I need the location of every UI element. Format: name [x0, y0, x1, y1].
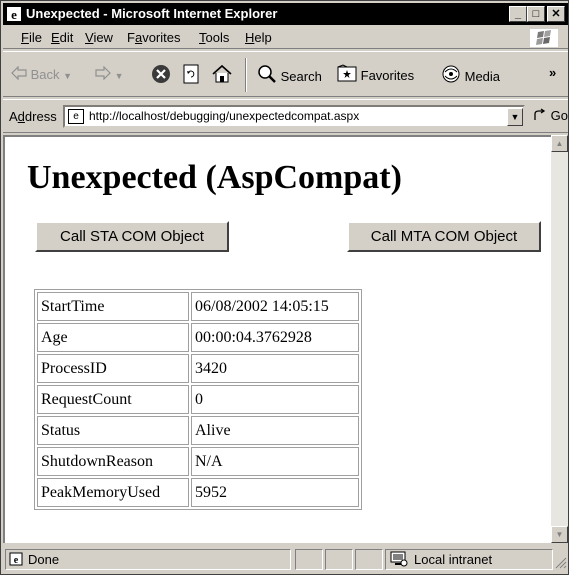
table-row: Status Alive	[37, 416, 359, 445]
minimize-button[interactable]: _	[509, 6, 527, 22]
table-cell-key: ProcessID	[37, 354, 189, 383]
back-dropdown-icon: ▼	[63, 71, 73, 81]
forward-arrow-icon	[95, 65, 111, 87]
zone-text: Local intranet	[414, 552, 493, 567]
address-url[interactable]: http://localhost/debugging/unexpectedcom…	[89, 109, 359, 124]
table-cell-key: StartTime	[37, 292, 189, 321]
back-button[interactable]: Back ▼	[11, 64, 72, 86]
status-text-cell: e Done	[5, 549, 291, 570]
forward-dropdown-icon: ▼	[114, 71, 124, 81]
menu-tools[interactable]: Tools	[199, 31, 229, 45]
intranet-zone-icon	[390, 551, 408, 570]
svg-text:e: e	[11, 7, 17, 22]
status-text: Done	[28, 552, 60, 567]
scroll-down-button[interactable]: ▼	[551, 526, 568, 543]
refresh-button[interactable]	[181, 64, 201, 86]
zone-cell: Local intranet	[385, 549, 553, 570]
address-bar: Address e http://localhost/debugging/une…	[3, 99, 568, 133]
search-button[interactable]: Search	[257, 64, 322, 86]
menu-bar: File Edit View Favorites Tools Help	[3, 27, 568, 49]
toolbar-chevron-icon[interactable]: »	[549, 62, 556, 84]
table-row: RequestCount 0	[37, 385, 359, 414]
status-page-icon: e	[9, 552, 23, 569]
page-heading: Unexpected (AspCompat)	[27, 159, 402, 196]
windows-flag-icon	[530, 29, 558, 47]
table-row: ShutdownReason N/A	[37, 447, 359, 476]
table-cell-key: PeakMemoryUsed	[37, 478, 189, 507]
address-input[interactable]: e http://localhost/debugging/unexpectedc…	[63, 105, 525, 128]
resize-grip-icon[interactable]	[555, 555, 567, 569]
menu-view[interactable]: View	[85, 31, 113, 45]
table-row: Age 00:00:04.3762928	[37, 323, 359, 352]
standard-toolbar: Back ▼ ▼ Search Favorites Media »	[3, 51, 568, 97]
home-button[interactable]	[211, 64, 233, 86]
close-button[interactable]: ✕	[547, 6, 565, 22]
stop-button[interactable]	[151, 64, 171, 86]
go-arrow-icon	[533, 108, 547, 125]
table-cell-value: 00:00:04.3762928	[191, 323, 359, 352]
table-cell-value: 0	[191, 385, 359, 414]
status-pane	[295, 549, 323, 570]
page-icon: e	[68, 109, 84, 124]
maximize-button[interactable]: □	[527, 6, 545, 22]
scroll-up-button[interactable]: ▲	[551, 135, 568, 152]
menu-file[interactable]: File	[21, 31, 42, 45]
process-info-table: StartTime 06/08/2002 14:05:15 Age 00:00:04…	[34, 289, 362, 510]
table-row: PeakMemoryUsed 5952	[37, 478, 359, 507]
menu-edit[interactable]: Edit	[51, 31, 73, 45]
call-sta-com-object-button[interactable]: Call STA COM Object	[35, 221, 229, 252]
svg-text:e: e	[14, 555, 19, 566]
address-dropdown-button[interactable]: ▼	[507, 108, 523, 126]
media-button[interactable]: Media	[441, 64, 500, 86]
go-button[interactable]: Go	[533, 108, 568, 125]
table-cell-value: Alive	[191, 416, 359, 445]
vertical-scrollbar[interactable]: ▲ ▼	[551, 135, 568, 543]
forward-button[interactable]: ▼	[95, 64, 124, 86]
status-pane	[355, 549, 383, 570]
status-bar: e Done Local intranet	[3, 545, 568, 574]
table-cell-value: N/A	[191, 447, 359, 476]
ie-logo-icon: e	[6, 6, 22, 22]
table-cell-key: ShutdownReason	[37, 447, 189, 476]
table-cell-key: Age	[37, 323, 189, 352]
page-content: Unexpected (AspCompat) Call STA COM Obje…	[3, 135, 551, 543]
status-pane	[325, 549, 353, 570]
browser-window: e Unexpected - Microsoft Internet Explor…	[0, 0, 569, 575]
address-label: Address	[9, 109, 57, 124]
table-cell-value: 06/08/2002 14:05:15	[191, 292, 359, 321]
stop-icon	[151, 64, 171, 91]
table-row: ProcessID 3420	[37, 354, 359, 383]
search-icon	[257, 64, 277, 91]
menu-help[interactable]: Help	[245, 31, 272, 45]
favorites-button[interactable]: Favorites	[337, 64, 414, 86]
back-arrow-icon	[11, 65, 27, 87]
table-cell-key: RequestCount	[37, 385, 189, 414]
menu-favorites[interactable]: Favorites	[127, 31, 180, 45]
table-cell-value: 3420	[191, 354, 359, 383]
toolbar-separator	[245, 58, 247, 92]
favorites-icon	[337, 64, 357, 89]
media-icon	[441, 64, 461, 91]
table-cell-value: 5952	[191, 478, 359, 507]
home-icon	[211, 64, 233, 91]
refresh-icon	[181, 64, 201, 91]
table-row: StartTime 06/08/2002 14:05:15	[37, 292, 359, 321]
window-title: Unexpected - Microsoft Internet Explorer	[26, 6, 278, 21]
table-cell-key: Status	[37, 416, 189, 445]
title-bar[interactable]: e Unexpected - Microsoft Internet Explor…	[3, 3, 568, 25]
call-mta-com-object-button[interactable]: Call MTA COM Object	[347, 221, 541, 252]
